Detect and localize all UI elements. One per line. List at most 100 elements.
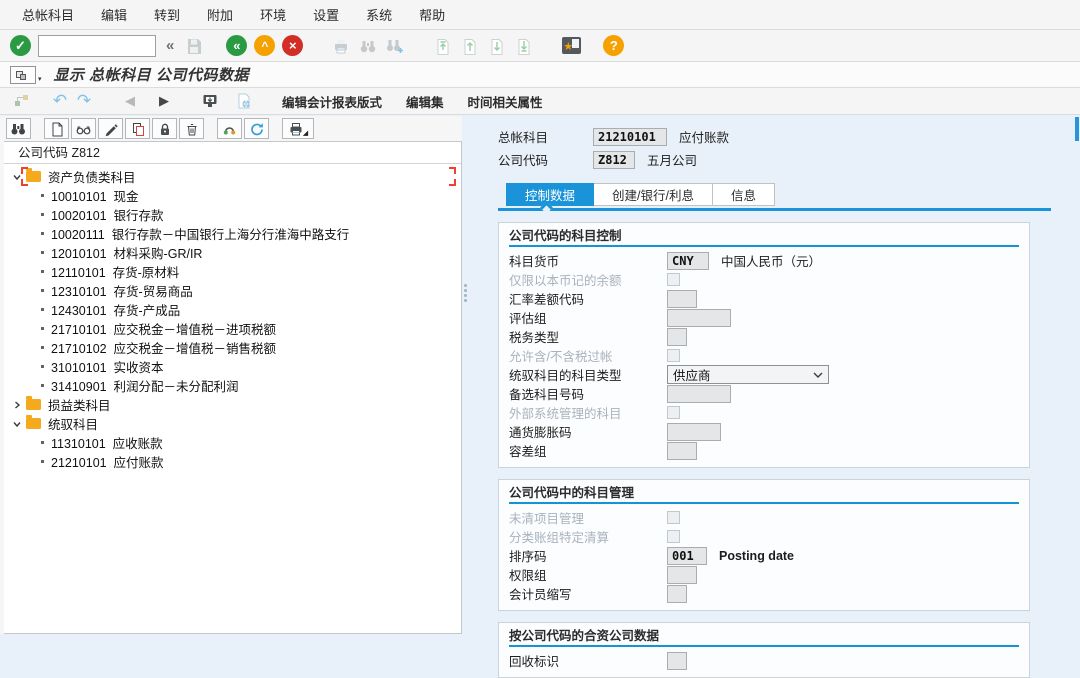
accountant-field[interactable] xyxy=(667,585,687,603)
field-label: 科目货币 xyxy=(509,251,667,270)
bullet-icon xyxy=(41,346,44,349)
other-object-icon[interactable] xyxy=(10,91,34,111)
menu-help[interactable]: 帮助 xyxy=(419,5,445,24)
recon-account-type-select[interactable]: 供应商 xyxy=(667,365,829,384)
tree-item[interactable]: 31410901 利润分配－未分配利润 xyxy=(4,376,461,395)
tolerance-group-field[interactable] xyxy=(667,442,697,460)
print-icon[interactable] xyxy=(331,36,351,56)
back-icon[interactable]: « xyxy=(226,35,247,56)
tree-folder-pl[interactable]: 损益类科目 xyxy=(4,395,461,414)
tree-folder-balance-sheet[interactable]: 资产负债类科目 xyxy=(4,167,461,186)
group-joint-venture: 按公司代码的合资公司数据 回收标识 xyxy=(498,622,1030,678)
tree-item[interactable]: 12310101 存货-贸易商品 xyxy=(4,281,461,300)
tree-item[interactable]: 21210101 应付账款 xyxy=(4,452,461,471)
document-globe-icon[interactable] xyxy=(232,91,256,111)
command-field[interactable] xyxy=(38,35,156,57)
first-page-icon[interactable] xyxy=(433,36,453,56)
find-next-icon[interactable] xyxy=(385,36,405,56)
time-dependent-attr-button[interactable]: 时间相关属性 xyxy=(462,90,549,113)
gl-account-desc: 应付账款 xyxy=(679,127,729,146)
recovery-indicator-field[interactable] xyxy=(667,652,687,670)
display-icon[interactable] xyxy=(71,118,96,139)
tree-item[interactable]: 12110101 存货-原材料 xyxy=(4,262,461,281)
save-icon[interactable] xyxy=(184,36,204,56)
field-label: 评估组 xyxy=(509,308,667,327)
print-preview-icon[interactable] xyxy=(198,91,222,111)
previous-icon[interactable]: ◀ xyxy=(118,91,142,111)
panel-splitter[interactable] xyxy=(462,116,470,634)
tab-create-bank-interest[interactable]: 创建/银行/利息 xyxy=(594,183,713,206)
account-currency-field[interactable]: CNY xyxy=(667,252,709,270)
help-icon[interactable]: ? xyxy=(603,35,624,56)
valuation-group-field[interactable] xyxy=(667,309,731,327)
currency-desc: 中国人民币（元） xyxy=(721,251,821,270)
exit-icon[interactable]: ^ xyxy=(254,35,275,56)
field-label: 汇率差额代码 xyxy=(509,289,667,308)
gl-account-field[interactable]: 21210101 xyxy=(593,128,667,146)
tree-item[interactable]: 12430101 存货-产成品 xyxy=(4,300,461,319)
tree-item[interactable]: 21710101 应交税金－增值税－进项税额 xyxy=(4,319,461,338)
tab-information[interactable]: 信息 xyxy=(713,183,775,206)
change-icon[interactable] xyxy=(98,118,123,139)
tree-item[interactable]: 10010101 现金 xyxy=(4,186,461,205)
tree-item[interactable]: 10020101 银行存款 xyxy=(4,205,461,224)
tree-item[interactable]: 10020111 银行存款－中国银行上海分行淮海中路支行 xyxy=(4,224,461,243)
tab-control-data[interactable]: 控制数据 xyxy=(506,183,594,206)
authorization-group-field[interactable] xyxy=(667,566,697,584)
field-label: 排序码 xyxy=(509,546,667,565)
menu-gl-account[interactable]: 总帐科目 xyxy=(22,5,74,24)
menu-settings[interactable]: 设置 xyxy=(313,5,339,24)
cancel-icon[interactable]: × xyxy=(282,35,303,56)
edit-fs-version-button[interactable]: 编辑会计报表版式 xyxy=(276,90,388,113)
left-panel: ◢ 公司代码 Z812 资产负债类科目 10010101 现金 10020101… xyxy=(0,116,462,634)
collapse-icon[interactable]: « xyxy=(166,37,174,54)
vertical-scrollbar[interactable] xyxy=(1074,116,1080,634)
dropdown-icon[interactable]: ◢ xyxy=(303,129,308,137)
menu-edit[interactable]: 编辑 xyxy=(101,5,127,24)
sort-key-field[interactable]: 001 xyxy=(667,547,707,565)
page-up-icon[interactable] xyxy=(460,36,480,56)
tree-item[interactable]: 31010101 实收资本 xyxy=(4,357,461,376)
find-icon[interactable] xyxy=(6,118,31,139)
tree-item[interactable]: 11310101 应收账款 xyxy=(4,433,461,452)
page-down-icon[interactable] xyxy=(487,36,507,56)
company-code-label: 公司代码 xyxy=(498,150,593,169)
create-icon[interactable] xyxy=(44,118,69,139)
inflation-key-field[interactable] xyxy=(667,423,721,441)
enter-check-icon[interactable]: ✓ xyxy=(10,35,31,56)
tree-item[interactable]: 21710102 应交税金－增值税－销售税额 xyxy=(4,338,461,357)
edit-set-button[interactable]: 编辑集 xyxy=(400,90,450,113)
tree-folder-recon[interactable]: 统驭科目 xyxy=(4,414,461,433)
tax-category-field[interactable] xyxy=(667,328,687,346)
chevron-down-icon[interactable] xyxy=(11,172,23,182)
undo-icon[interactable]: ↶ xyxy=(48,91,72,111)
scrollbar-thumb[interactable] xyxy=(1075,117,1079,141)
new-session-icon[interactable]: ★ xyxy=(562,37,581,54)
menu-extras[interactable]: 附加 xyxy=(207,5,233,24)
tree-item[interactable]: 12010101 材料采购-GR/IR xyxy=(4,243,461,262)
tree-header: 公司代码 Z812 xyxy=(4,142,461,164)
menu-environment[interactable]: 环境 xyxy=(260,5,286,24)
last-page-icon[interactable] xyxy=(514,36,534,56)
find-icon[interactable] xyxy=(358,36,378,56)
print-icon[interactable]: ◢ xyxy=(282,118,314,139)
gl-account-label: 总帐科目 xyxy=(498,127,593,146)
lock-icon[interactable] xyxy=(152,118,177,139)
delete-icon[interactable] xyxy=(179,118,204,139)
chevron-down-icon[interactable] xyxy=(11,419,23,429)
title-dropdown-icon[interactable]: ▾ xyxy=(38,75,42,83)
block-icon[interactable] xyxy=(125,118,150,139)
gui-menu-icon[interactable] xyxy=(10,66,36,84)
redo-icon[interactable]: ↷ xyxy=(72,91,96,111)
chevron-right-icon[interactable] xyxy=(11,400,23,410)
page-title: 显示 总帐科目 公司代码数据 xyxy=(54,64,249,85)
refresh-icon[interactable] xyxy=(244,118,269,139)
exchange-diff-field[interactable] xyxy=(667,290,697,308)
headphones-icon[interactable] xyxy=(217,118,242,139)
company-code-field[interactable]: Z812 xyxy=(593,151,635,169)
menu-system[interactable]: 系统 xyxy=(366,5,392,24)
next-icon[interactable]: ▶ xyxy=(152,91,176,111)
bullet-icon xyxy=(41,289,44,292)
menu-goto[interactable]: 转到 xyxy=(154,5,180,24)
alternative-account-field[interactable] xyxy=(667,385,731,403)
